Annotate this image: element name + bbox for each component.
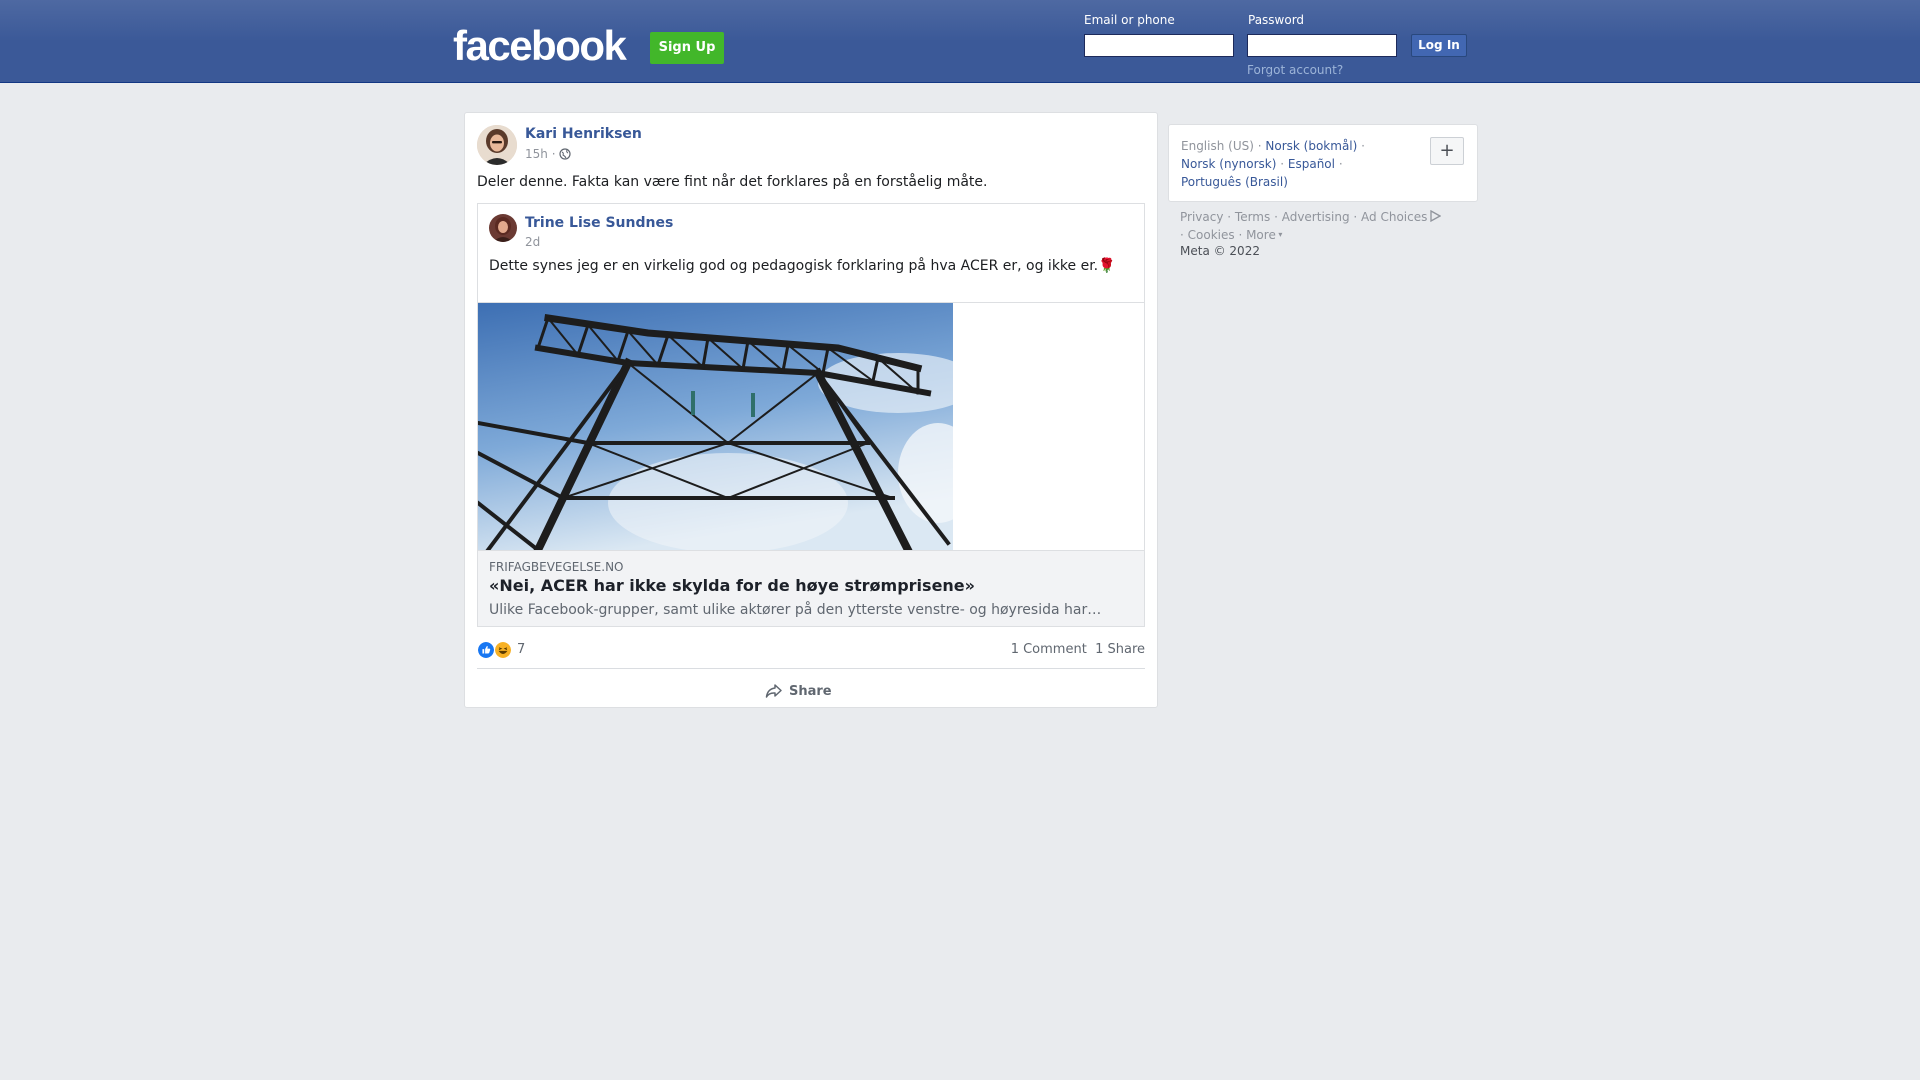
ad-choices-link[interactable]: Ad Choices	[1361, 210, 1427, 224]
link-preview-image[interactable]	[475, 302, 1144, 556]
share-icon	[765, 684, 782, 698]
ad-choices-icon	[1430, 209, 1442, 223]
share-label: Share	[789, 683, 832, 699]
privacy-link[interactable]: Privacy	[1180, 210, 1223, 224]
author-name[interactable]: Kari Henriksen	[525, 126, 642, 142]
language-espanol[interactable]: Español	[1288, 157, 1335, 171]
post-time[interactable]: 15h ·	[525, 147, 571, 161]
reaction-count[interactable]: 7	[517, 642, 525, 657]
password-label: Password	[1248, 13, 1305, 27]
login-button[interactable]: Log In	[1411, 34, 1467, 57]
post-card: Kari Henriksen 15h · Deler denne. Fakta …	[464, 112, 1158, 708]
top-navigation-bar: facebook Sign Up Email or phone Password…	[0, 0, 1920, 83]
like-reaction-icon[interactable]	[477, 641, 495, 659]
language-norsk-bokmal[interactable]: Norsk (bokmål)	[1265, 139, 1357, 153]
shared-post-text: Dette synes jeg er en virkelig god og pe…	[489, 258, 1116, 274]
current-language: English (US)	[1181, 139, 1254, 153]
shared-post[interactable]: Trine Lise Sundnes 2d Dette synes jeg er…	[475, 203, 1145, 627]
terms-link[interactable]: Terms	[1235, 210, 1270, 224]
link-domain: FRIFAGBEVEGELSE.NO	[489, 560, 624, 574]
facebook-logo[interactable]: facebook	[453, 20, 627, 72]
shared-author-name[interactable]: Trine Lise Sundnes	[525, 215, 673, 231]
more-caret-icon: ▾	[1275, 230, 1283, 239]
share-button[interactable]: Share	[765, 677, 832, 705]
link-title[interactable]: «Nei, ACER har ikke skylda for de høye s…	[489, 576, 975, 595]
forgot-account-link[interactable]: Forgot account?	[1247, 63, 1343, 77]
author-avatar[interactable]	[477, 125, 517, 165]
more-languages-button[interactable]: +	[1430, 137, 1464, 165]
link-preview-info[interactable]: FRIFAGBEVEGELSE.NO «Nei, ACER har ikke s…	[478, 550, 1144, 626]
shared-post-text-content: Dette synes jeg er en virkelig god og pe…	[489, 258, 1099, 274]
divider	[477, 668, 1145, 669]
meta-separator: ·	[551, 147, 556, 161]
engagement-counts: 1 Comment 1 Share	[1011, 642, 1145, 657]
more-link[interactable]: More	[1246, 228, 1276, 242]
reactions-row: 7 1 Comment 1 Share	[477, 639, 1145, 659]
language-norsk-nynorsk[interactable]: Norsk (nynorsk)	[1181, 157, 1276, 171]
copyright: Meta © 2022	[1180, 244, 1260, 258]
advertising-link[interactable]: Advertising	[1282, 210, 1350, 224]
rose-emoji: 🌹	[1098, 258, 1116, 274]
share-count[interactable]: 1 Share	[1095, 642, 1145, 657]
language-selector: English (US) · Norsk (bokmål) · Norsk (n…	[1168, 124, 1478, 202]
email-field[interactable]	[1084, 34, 1234, 57]
language-portugues-brasil[interactable]: Português (Brasil)	[1181, 175, 1288, 189]
power-pylon-image	[475, 303, 978, 556]
haha-reaction-icon[interactable]	[494, 641, 512, 659]
post-text: Deler denne. Fakta kan være fint når det…	[477, 174, 988, 190]
comment-count[interactable]: 1 Comment	[1011, 642, 1087, 657]
globe-icon	[559, 148, 571, 160]
shared-post-time[interactable]: 2d	[525, 235, 540, 249]
shared-author-avatar[interactable]	[489, 214, 517, 242]
cookies-link[interactable]: Cookies	[1188, 228, 1235, 242]
password-field[interactable]	[1247, 34, 1397, 57]
footer-links: Privacy · Terms · Advertising · Ad Choic…	[1180, 208, 1480, 244]
language-list: English (US) · Norsk (bokmål) · Norsk (n…	[1181, 139, 1365, 189]
link-description: Ulike Facebook-grupper, samt ulike aktør…	[489, 602, 1102, 618]
email-label: Email or phone	[1084, 13, 1175, 27]
post-time-text[interactable]: 15h	[525, 147, 548, 161]
signup-button[interactable]: Sign Up	[650, 32, 724, 64]
